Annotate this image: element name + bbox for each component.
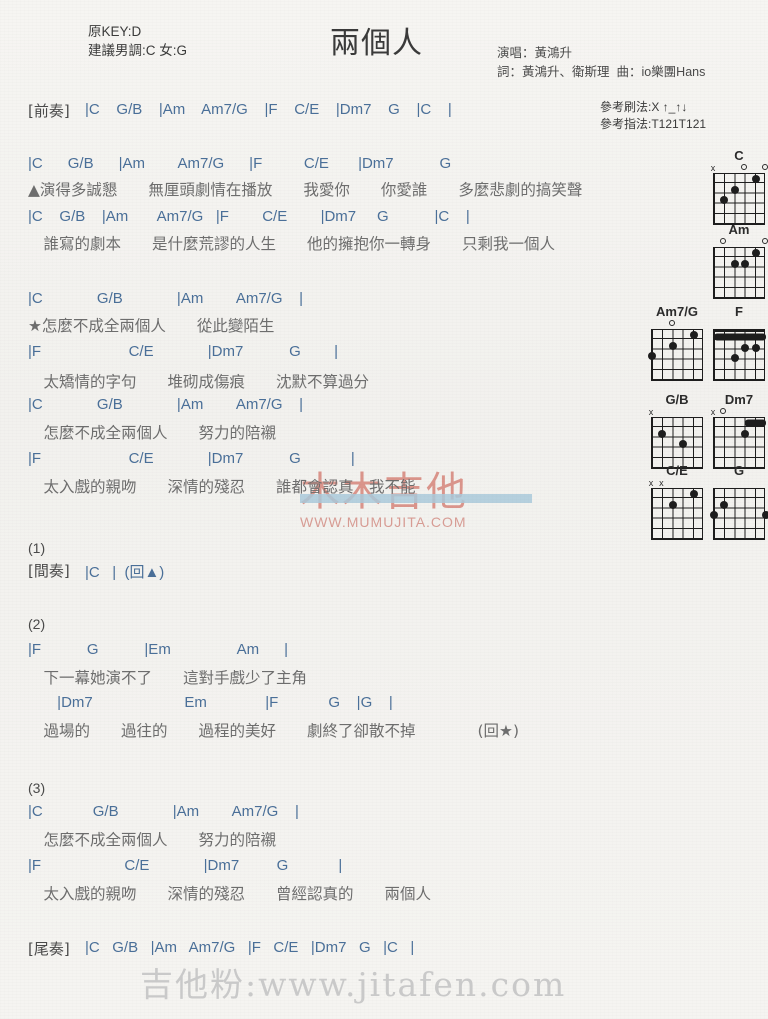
finger-dot	[658, 429, 667, 438]
finger-dot	[741, 259, 750, 268]
finger-dot	[689, 331, 698, 340]
finger-dot	[751, 343, 760, 352]
chord-diagram-dm7: Dm7 x	[710, 392, 768, 469]
muted-string-marker: x	[710, 163, 716, 173]
fretboard-grid	[713, 329, 766, 381]
song-credits: 演唱：黃鴻升 詞：黃鴻升、衛斯理 曲：io樂團Hans	[497, 46, 706, 79]
fretboard-grid	[651, 488, 703, 540]
chord-diagram-markers: x	[710, 407, 768, 417]
finger-dot	[720, 196, 729, 204]
key-info: 原KEY:D 建議男調:C 女:G	[88, 24, 188, 58]
chorus-line2-lyrics: 太矯情的字句 堆砌成傷痕 沈默不算過分	[28, 373, 370, 391]
muted-string-marker: x	[710, 407, 716, 417]
finger-dot	[741, 343, 750, 352]
chord-diagram-name: Am7/G	[656, 304, 698, 319]
open-string-marker	[762, 164, 768, 170]
chorus-line4-chords: |F C/E |Dm7 G |	[28, 450, 355, 467]
section-label-interlude: [間奏]	[28, 562, 70, 580]
page-title: 兩個人	[330, 26, 423, 61]
chord-diagram-name: G/B	[665, 392, 689, 407]
open-string-marker	[720, 408, 727, 414]
finger-dot	[648, 352, 656, 360]
bridge-line2-chords: |Dm7 Em |F G |G |	[28, 694, 393, 711]
part-number-1: (1)	[28, 540, 46, 556]
finger-dot	[762, 511, 768, 519]
interlude-chord-line: |C | (回▲)	[85, 564, 165, 581]
verse1-line2-lyrics: 誰寫的劇本 是什麼荒謬的人生 他的擁抱你一轉身 只剩我一個人	[28, 235, 556, 253]
muted-string-marker: x	[648, 478, 654, 488]
open-string-marker	[720, 238, 727, 244]
muted-string-marker: x	[659, 478, 664, 488]
chord-diagram-name: F	[735, 304, 743, 319]
chorus-line2-chords: |F C/E |Dm7 G |	[28, 343, 339, 360]
finger-dot	[730, 185, 739, 194]
chord-diagram-c-e: C/E x x	[648, 463, 706, 540]
chord-diagram-am: Am	[710, 222, 768, 299]
chord-diagram-markers	[710, 237, 768, 247]
open-string-marker	[668, 320, 675, 326]
finger-dot	[741, 429, 750, 438]
chord-diagram-markers	[648, 319, 706, 329]
chord-sheet: 原KEY:D 建議男調:C 女:G 兩個人 演唱：黃鴻升 詞：黃鴻升、衛斯理 曲…	[0, 0, 768, 1019]
fretboard-grid	[713, 173, 765, 225]
fretboard-grid	[651, 417, 703, 469]
chord-diagram-markers: x	[710, 163, 768, 173]
final-line1-lyrics: 怎麼不成全兩個人 努力的陪襯	[28, 831, 277, 849]
finger-dot	[751, 175, 760, 184]
chord-diagram-g-b: G/B x	[648, 392, 706, 469]
chord-diagram-c: Cx	[710, 148, 768, 225]
final-line2-lyrics: 太入戲的親吻 深情的殘忍 曾經認真的 兩個人	[28, 885, 432, 903]
muted-string-marker: x	[648, 407, 654, 417]
barre-marker	[714, 333, 766, 341]
strum-pattern-info: 參考刷法:X ↑_↑↓ 參考指法:T121T121	[600, 100, 707, 131]
chord-diagram-f: F	[710, 304, 768, 381]
finger-dot	[689, 490, 698, 499]
part-number-2: (2)	[28, 616, 46, 632]
fretboard-grid	[713, 247, 765, 299]
fretboard-grid	[648, 329, 703, 381]
final-line2-chords: |F C/E |Dm7 G |	[28, 857, 343, 874]
verse1-line1-chords: |C G/B |Am Am7/G |F C/E |Dm7 G	[28, 155, 452, 172]
chorus-line4-lyrics: 太入戲的親吻 深情的殘忍 誰都會認真 我不能	[28, 478, 416, 496]
finger-dot	[751, 249, 760, 258]
chord-diagram-name: C	[734, 148, 744, 163]
open-string-marker	[762, 238, 768, 244]
chord-diagram-markers: xx	[648, 478, 706, 488]
chord-diagram-markers: x	[648, 407, 706, 417]
intro-chord-line: |C G/B |Am Am7/G |F C/E |Dm7 G |C |	[85, 101, 452, 118]
bridge-line1-chords: |F G |Em Am |	[28, 641, 289, 658]
chord-diagram-markers	[710, 478, 768, 488]
barre-marker	[745, 419, 766, 427]
chord-diagram-markers	[710, 319, 768, 329]
bridge-line1-lyrics: 下一幕她演不了 這對手戲少了主角	[28, 669, 308, 687]
chord-diagram-name: C/E	[666, 463, 688, 478]
finger-dot	[730, 354, 739, 362]
chord-diagram-am7-g: Am7/G	[648, 304, 706, 381]
chorus-line3-chords: |C G/B |Am Am7/G |	[28, 396, 304, 413]
chorus-line1-lyrics: ★怎麼不成全兩個人 從此變陌生	[28, 317, 275, 335]
finger-dot	[668, 500, 677, 509]
verse1-line2-chords: |C G/B |Am Am7/G |F C/E |Dm7 G |C |	[28, 208, 470, 225]
fretboard-grid	[713, 417, 766, 469]
section-label-outro: [尾奏]	[28, 940, 70, 958]
part-number-3: (3)	[28, 780, 46, 796]
bridge-line2-lyrics: 過場的 過往的 過程的美好 劇終了卻散不掉 (回★)	[28, 722, 520, 740]
final-line1-chords: |C G/B |Am Am7/G |	[28, 803, 299, 820]
finger-dot	[730, 259, 739, 268]
chord-diagram-g: G	[710, 463, 768, 540]
section-label-intro: [前奏]	[28, 102, 70, 120]
outro-chord-line: |C G/B |Am Am7/G |F C/E |Dm7 G |C |	[85, 939, 415, 956]
verse1-line1-lyrics: ▲演得多誠懇 無厘頭劇情在播放 我愛你 你愛誰 多麼悲劇的搞笑聲	[28, 181, 583, 199]
finger-dot	[679, 440, 688, 448]
chord-diagram-name: Dm7	[724, 392, 754, 407]
finger-dot	[668, 341, 677, 350]
chorus-line1-chords: |C G/B |Am Am7/G |	[28, 290, 304, 307]
finger-dot	[720, 500, 729, 509]
fretboard-grid	[710, 488, 768, 540]
chorus-line3-lyrics: 怎麼不成全兩個人 努力的陪襯	[28, 424, 277, 442]
finger-dot	[710, 511, 718, 519]
chord-diagram-name: G	[733, 463, 745, 478]
open-string-marker	[741, 164, 748, 170]
chord-diagram-name: Am	[728, 222, 750, 237]
